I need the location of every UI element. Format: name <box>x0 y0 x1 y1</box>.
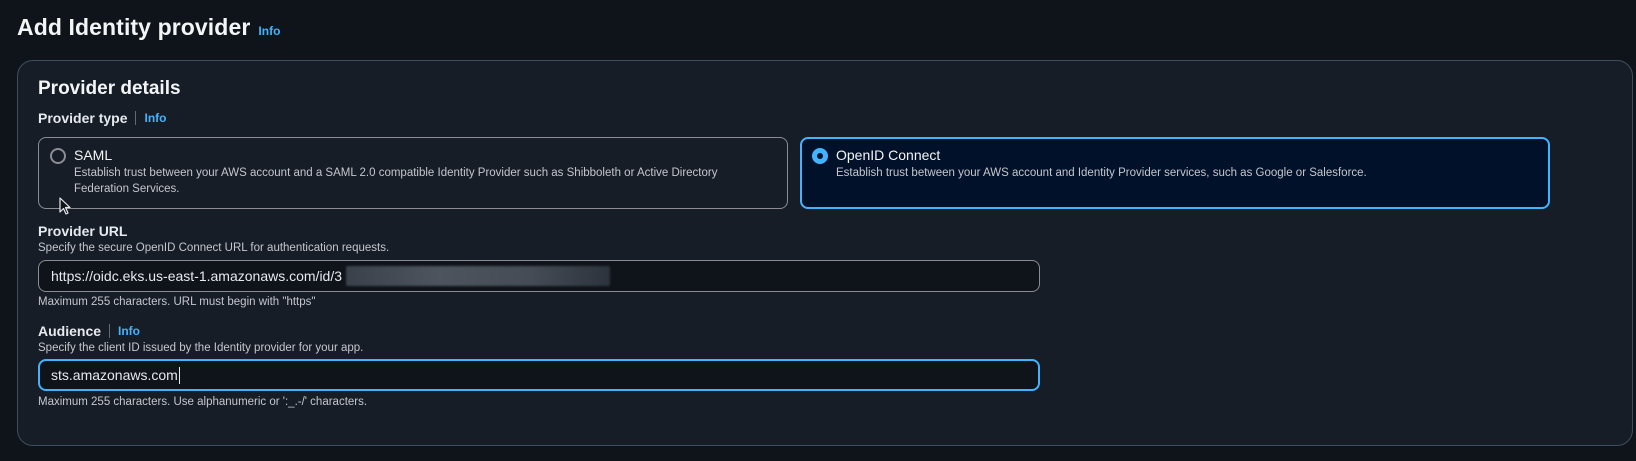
provider-type-label-row: Provider type Info <box>38 110 166 126</box>
provider-url-input[interactable]: https://oidc.eks.us-east-1.amazonaws.com… <box>38 260 1040 292</box>
audience-description: Specify the client ID issued by the Iden… <box>38 342 364 354</box>
provider-url-label: Provider URL <box>38 223 128 239</box>
provider-details-container: Provider details Provider type Info SAML… <box>17 60 1633 446</box>
label-divider <box>135 111 137 125</box>
audience-info-link[interactable]: Info <box>118 324 140 338</box>
page-info-link[interactable]: Info <box>258 24 280 38</box>
openid-connect-tile-description: Establish trust between your AWS account… <box>836 167 1367 179</box>
audience-constraint: Maximum 255 characters. Use alphanumeric… <box>38 396 368 408</box>
page-header: Add Identity provider Info <box>17 14 280 41</box>
audience-label: Audience <box>38 323 102 339</box>
redacted-region <box>346 266 611 286</box>
provider-url-constraint: Maximum 255 characters. URL must begin w… <box>38 296 316 308</box>
saml-tile-description: Establish trust between your AWS account… <box>74 167 718 195</box>
provider-url-description: Specify the secure OpenID Connect URL fo… <box>38 242 390 254</box>
mouse-pointer-icon <box>59 197 71 215</box>
provider-url-value: https://oidc.eks.us-east-1.amazonaws.com… <box>51 268 343 284</box>
provider-details-title: Provider details <box>38 78 181 99</box>
provider-type-tile-saml[interactable]: SAML Establish trust between your AWS ac… <box>38 137 788 209</box>
provider-url-label-row: Provider URL <box>38 223 127 239</box>
openid-connect-radio-button[interactable] <box>812 148 828 164</box>
audience-value: sts.amazonaws.com <box>51 367 178 383</box>
provider-type-tile-openid-connect[interactable]: OpenID Connect Establish trust between y… <box>800 137 1550 209</box>
provider-type-info-link[interactable]: Info <box>144 111 166 125</box>
page-title: Add Identity provider <box>17 14 251 40</box>
label-divider <box>109 324 111 338</box>
saml-radio-button[interactable] <box>50 148 66 164</box>
provider-type-label: Provider type <box>38 110 128 126</box>
audience-input[interactable]: sts.amazonaws.com <box>38 359 1040 391</box>
text-caret <box>178 366 180 384</box>
saml-tile-title: SAML <box>74 147 113 163</box>
openid-connect-tile-title: OpenID Connect <box>836 147 941 163</box>
audience-label-row: Audience Info <box>38 323 140 339</box>
